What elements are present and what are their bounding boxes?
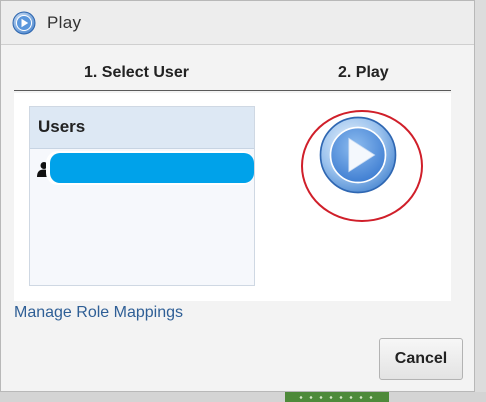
play-highlight-ring	[301, 110, 423, 222]
manage-role-mappings-link[interactable]: Manage Role Mappings	[14, 304, 183, 322]
dialog-titlebar: Play	[1, 1, 474, 45]
content-panel: Users	[14, 93, 451, 301]
play-circle-icon	[12, 11, 36, 35]
steps-header: 1. Select User 2. Play	[14, 61, 451, 91]
background-window	[475, 0, 486, 402]
users-list-header: Users	[30, 107, 254, 149]
selected-user-name	[50, 153, 254, 183]
play-dialog: Play 1. Select User 2. Play Users Manage…	[0, 0, 475, 392]
background-window-bottom	[0, 392, 486, 402]
list-item-user-selected[interactable]	[30, 151, 254, 185]
step-play: 2. Play	[338, 64, 389, 81]
person-icon	[37, 162, 51, 177]
background-green-dots	[296, 396, 376, 399]
cancel-button[interactable]: Cancel	[379, 338, 463, 380]
dialog-title: Play	[47, 13, 82, 32]
users-list: Users	[29, 106, 255, 286]
step-select-user: 1. Select User	[84, 64, 189, 81]
users-list-title: Users	[38, 117, 86, 136]
